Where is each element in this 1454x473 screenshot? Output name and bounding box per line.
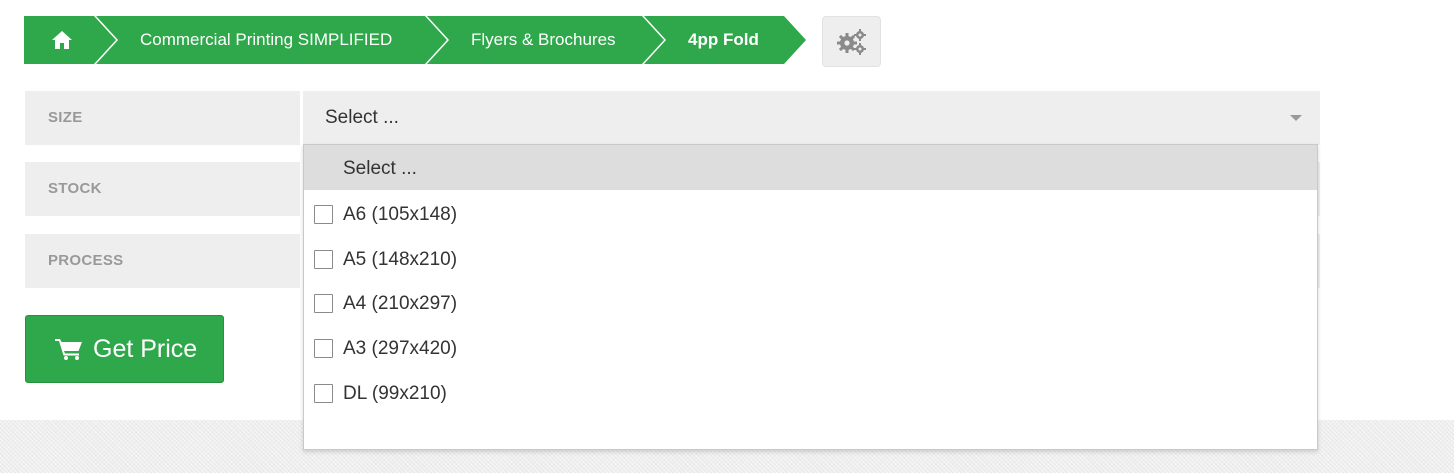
dropdown-option-a3[interactable]: A3 (297x420)	[304, 326, 1317, 371]
get-price-button[interactable]: Get Price	[25, 315, 224, 383]
breadcrumb-label: Flyers & Brochures	[471, 30, 616, 49]
checkbox[interactable]	[314, 250, 333, 269]
checkbox[interactable]	[314, 294, 333, 313]
dropdown-option-a4[interactable]: A4 (210x297)	[304, 281, 1317, 326]
process-label: PROCESS	[25, 234, 300, 288]
option-label: A3 (297x420)	[343, 338, 458, 359]
chevron-down-icon	[1290, 115, 1302, 121]
page: Commercial Printing SIMPLIFIED Flyers & …	[0, 0, 1454, 473]
gears-icon	[837, 29, 866, 55]
breadcrumb-commercial-printing[interactable]: Commercial Printing SIMPLIFIED	[96, 16, 454, 64]
option-label: A5 (148x210)	[343, 249, 458, 270]
dropdown-placeholder-option[interactable]: Select ...	[304, 145, 1317, 190]
home-icon	[52, 31, 72, 49]
stock-label: STOCK	[25, 162, 300, 216]
breadcrumb-flyers-brochures[interactable]: Flyers & Brochures	[427, 16, 670, 64]
dropdown-option-a5[interactable]: A5 (148x210)	[304, 237, 1317, 282]
size-select-value: Select ...	[325, 107, 399, 128]
breadcrumb-label: 4pp Fold	[688, 30, 759, 49]
option-label: DL (99x210)	[343, 383, 447, 404]
shopping-cart-icon	[55, 339, 82, 360]
checkbox[interactable]	[314, 205, 333, 224]
dropdown-option-dl[interactable]: DL (99x210)	[304, 371, 1317, 416]
size-select[interactable]: Select ...	[303, 91, 1320, 145]
checkbox[interactable]	[314, 339, 333, 358]
dropdown-option-a6[interactable]: A6 (105x148)	[304, 192, 1317, 237]
get-price-label: Get Price	[93, 335, 198, 363]
breadcrumb-label: Commercial Printing SIMPLIFIED	[140, 30, 393, 49]
size-dropdown-menu: Select ... A6 (105x148) A5 (148x210) A4 …	[303, 144, 1318, 450]
settings-button[interactable]	[822, 16, 881, 67]
option-label: A4 (210x297)	[343, 293, 458, 314]
checkbox[interactable]	[314, 384, 333, 403]
size-label: SIZE	[25, 91, 300, 145]
option-label: A6 (105x148)	[343, 204, 458, 225]
breadcrumb-4pp-fold[interactable]: 4pp Fold	[644, 16, 806, 64]
